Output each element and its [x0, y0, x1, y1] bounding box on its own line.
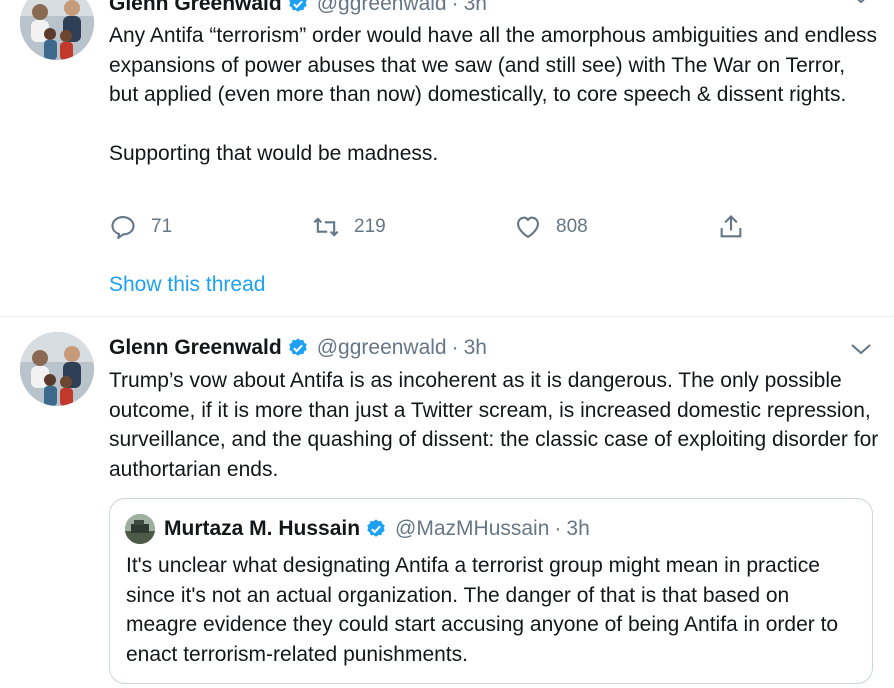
chevron-down-icon[interactable] [849, 337, 873, 361]
verified-badge-icon [289, 338, 307, 356]
timestamp[interactable]: 3h [464, 336, 487, 360]
verified-badge-icon [367, 519, 385, 537]
author-name[interactable]: Glenn Greenwald [109, 336, 282, 360]
author-handle[interactable]: @ggreenwald [317, 0, 447, 16]
quote-author-handle: @MazMHussain [395, 517, 550, 540]
share-upload-icon [720, 215, 742, 238]
author-handle[interactable]: @ggreenwald [317, 336, 447, 360]
quote-author-name: Murtaza M. Hussain [164, 517, 361, 540]
share-button[interactable] [717, 211, 745, 243]
avatar[interactable] [20, 332, 94, 406]
quote-avatar-photo [125, 514, 155, 544]
tweet-text: Any Antifa “terrorism” order would have … [109, 24, 878, 166]
like-count: 808 [556, 216, 588, 237]
chevron-down-icon[interactable] [849, 0, 873, 10]
separator-dot: · [451, 336, 459, 359]
retweet-button[interactable]: 219 [312, 211, 386, 243]
reply-count: 71 [151, 216, 173, 237]
author-name[interactable]: Glenn Greenwald [109, 0, 282, 16]
like-button[interactable]: 808 [514, 211, 588, 243]
quote-timestamp: 3h [566, 517, 590, 540]
show-thread-link[interactable]: Show this thread [109, 273, 265, 297]
timestamp[interactable]: 3h [464, 0, 487, 16]
tweet-text: Trump’s vow about Antifa is as incoheren… [109, 369, 879, 481]
quote-avatar [125, 514, 155, 544]
tweet-actions: 71 219 808 [109, 211, 869, 243]
quote-text: It's unclear what designating Antifa a t… [126, 554, 839, 666]
separator-dot: · [451, 0, 459, 15]
quoted-tweet-card[interactable]: Murtaza M. Hussain @MazMHussain · 3h It'… [109, 498, 873, 684]
separator-dot: · [554, 517, 562, 540]
avatar[interactable] [20, 0, 94, 60]
avatar-photo [20, 0, 94, 60]
retweet-arrows-icon [313, 217, 339, 237]
speech-bubble-icon [111, 216, 135, 240]
avatar-photo [20, 332, 94, 406]
tweet[interactable]: Glenn Greenwald @ggreenwald · 3h Any Ant… [0, 0, 894, 316]
verified-badge-icon [289, 0, 307, 12]
retweet-count: 219 [354, 216, 386, 237]
reply-button[interactable]: 71 [109, 211, 172, 243]
heart-icon [517, 216, 539, 238]
